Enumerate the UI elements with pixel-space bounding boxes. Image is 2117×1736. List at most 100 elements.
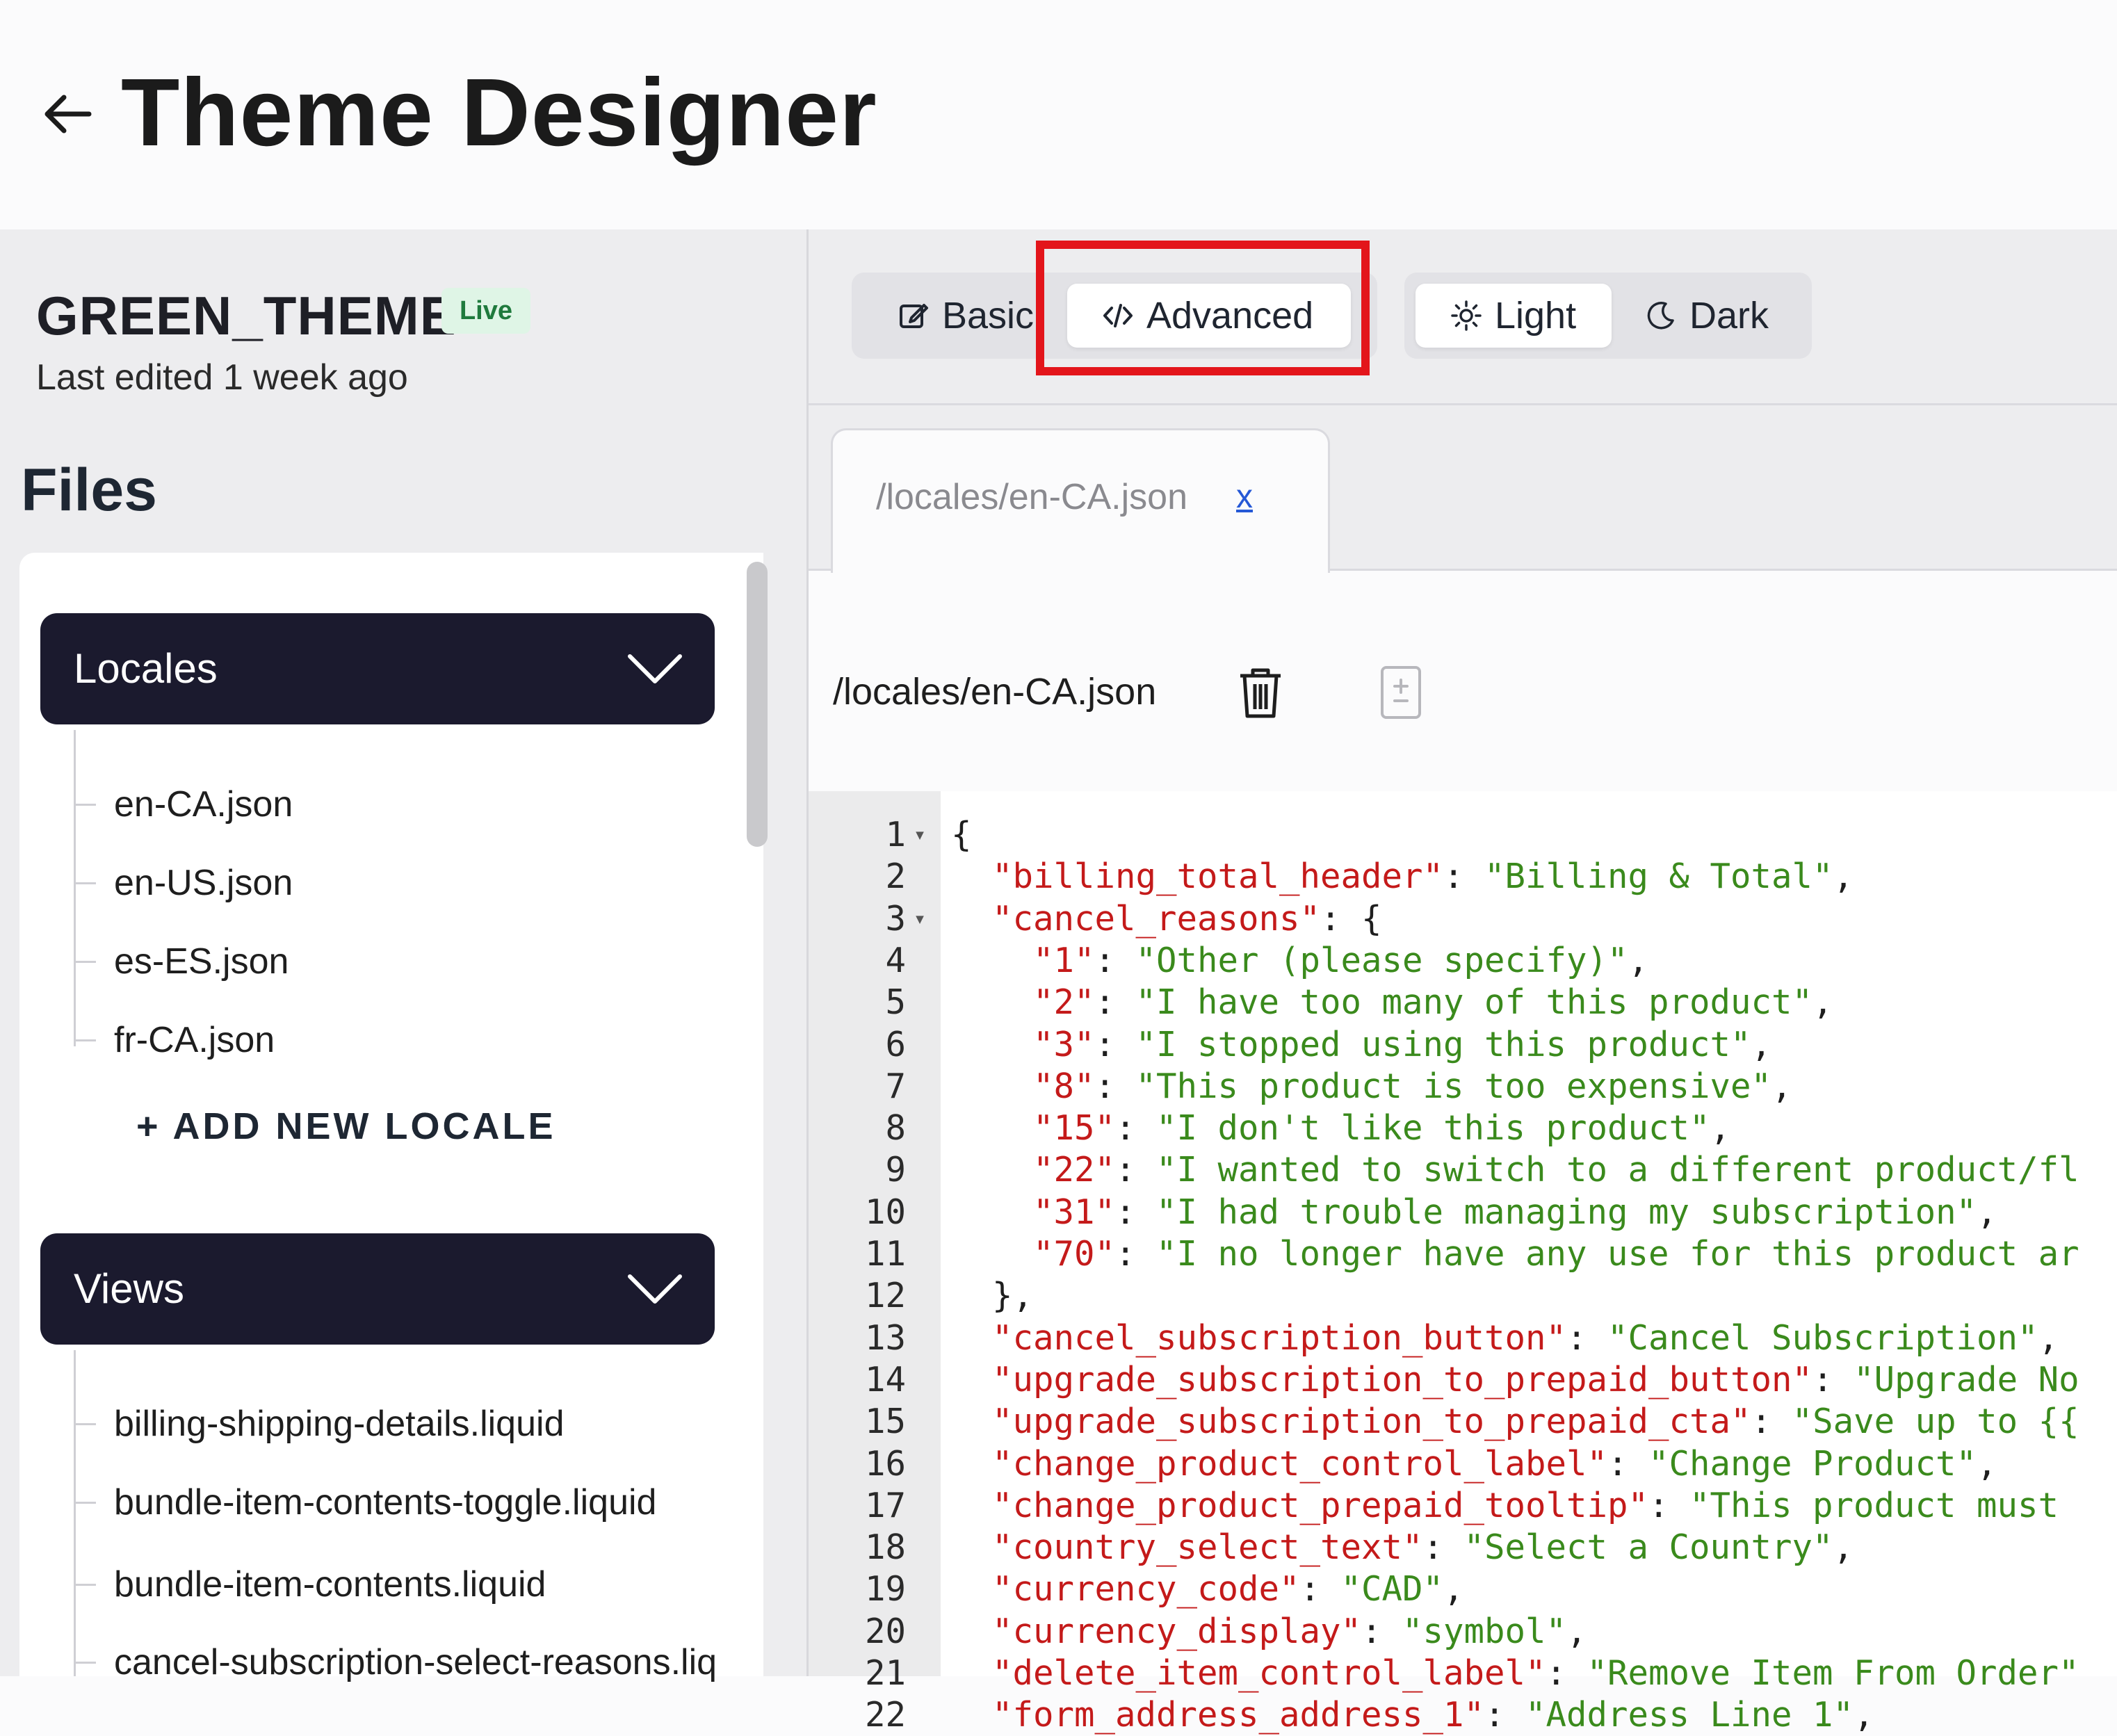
json-punctuation: { bbox=[951, 815, 972, 854]
code-text: "change_product_control_label": "Change … bbox=[951, 1444, 1997, 1485]
line-number: 8 bbox=[885, 1108, 906, 1149]
json-key: "cancel_reasons" bbox=[992, 898, 1321, 939]
code-text: }, bbox=[951, 1276, 1033, 1317]
close-tab-button[interactable]: x bbox=[1236, 469, 1253, 525]
json-punctuation: , bbox=[1771, 1066, 1792, 1106]
json-punctuation bbox=[951, 1612, 992, 1651]
theme-toggle: Light Dark bbox=[1404, 273, 1812, 359]
json-punctuation bbox=[951, 857, 992, 896]
code-line: 3 ▾ "cancel_reasons": { bbox=[0, 899, 2117, 940]
code-text: "2": "I have too many of this product", bbox=[951, 982, 1833, 1023]
highlight-box bbox=[1036, 241, 1370, 375]
json-string: "CAD" bbox=[1340, 1569, 1444, 1609]
basic-label: Basic bbox=[942, 295, 1035, 336]
code-text: { bbox=[951, 815, 972, 856]
json-punctuation: : bbox=[1299, 1569, 1341, 1609]
json-key: "change_product_prepaid_tooltip" bbox=[992, 1485, 1649, 1525]
code-text: "8": "This product is too expensive", bbox=[951, 1066, 1792, 1108]
line-number: 6 bbox=[885, 1024, 906, 1064]
fold-toggle-icon[interactable]: ▾ bbox=[914, 899, 932, 940]
line-number: 5 bbox=[885, 982, 906, 1023]
json-key: "form_address_address_1" bbox=[992, 1695, 1485, 1735]
fold-toggle-icon[interactable]: ▾ bbox=[914, 815, 932, 856]
json-punctuation bbox=[951, 1527, 992, 1567]
line-number: 21 bbox=[864, 1653, 906, 1693]
json-string: "This product must bbox=[1689, 1485, 2059, 1525]
line-number: 16 bbox=[864, 1443, 906, 1484]
json-string: "Address Line 1" bbox=[1525, 1695, 1854, 1735]
json-punctuation: }, bbox=[951, 1276, 1034, 1316]
code-line: 10 "31": "I had trouble managing my subs… bbox=[0, 1192, 2117, 1233]
code-text: "31": "I had trouble managing my subscri… bbox=[951, 1192, 1997, 1233]
json-key: "currency_code" bbox=[992, 1569, 1300, 1609]
json-punctuation bbox=[951, 1569, 992, 1609]
code-text: "country_select_text": "Select a Country… bbox=[951, 1527, 1854, 1568]
line-number: 17 bbox=[864, 1485, 906, 1525]
line-number: 15 bbox=[864, 1402, 906, 1442]
json-punctuation: : bbox=[1443, 857, 1485, 897]
code-line: 14 "upgrade_subscription_to_prepaid_butt… bbox=[0, 1360, 2117, 1401]
tree-tick bbox=[74, 804, 96, 806]
json-key: "change_product_control_label" bbox=[992, 1443, 1608, 1484]
dark-label: Dark bbox=[1689, 295, 1769, 336]
code-text: "22": "I wanted to switch to a different… bbox=[951, 1150, 2079, 1191]
locales-section-header[interactable]: Locales bbox=[40, 613, 715, 724]
chevron-down-icon bbox=[628, 654, 682, 683]
code-text: "cancel_reasons": { bbox=[951, 899, 1382, 940]
json-string: "I wanted to switch to a different produ… bbox=[1156, 1150, 2079, 1190]
code-line: 12 }, bbox=[0, 1276, 2117, 1317]
json-key: "upgrade_subscription_to_prepaid_cta" bbox=[992, 1402, 1751, 1442]
json-key: "billing_total_header" bbox=[992, 857, 1444, 897]
diff-icon[interactable] bbox=[1378, 665, 1424, 720]
json-punctuation: , bbox=[1977, 1192, 1997, 1232]
json-punctuation: , bbox=[1854, 1695, 1874, 1735]
json-punctuation: , bbox=[1710, 1108, 1731, 1149]
json-string: "Other (please specify)" bbox=[1135, 940, 1628, 980]
json-punctuation bbox=[951, 1066, 1033, 1106]
status-badge: Live bbox=[441, 288, 530, 334]
file-path: /locales/en-CA.json bbox=[833, 671, 1157, 713]
json-punctuation: : bbox=[1115, 1150, 1157, 1190]
json-string: "Cancel Subscription" bbox=[1607, 1317, 2038, 1358]
line-number: 19 bbox=[864, 1569, 906, 1609]
code-line: 2 "billing_total_header": "Billing & Tot… bbox=[0, 857, 2117, 898]
json-punctuation: : bbox=[1115, 1234, 1157, 1274]
light-label: Light bbox=[1495, 295, 1577, 336]
json-punctuation bbox=[951, 1444, 992, 1484]
json-punctuation: : bbox=[1361, 1611, 1403, 1651]
code-text: "cancel_subscription_button": "Cancel Su… bbox=[951, 1318, 2059, 1359]
json-punctuation bbox=[951, 899, 992, 939]
json-key: "currency_display" bbox=[992, 1611, 1362, 1651]
arrow-left-icon[interactable] bbox=[39, 85, 97, 143]
json-key: "3" bbox=[1033, 1024, 1095, 1064]
json-punctuation: : bbox=[1648, 1485, 1690, 1525]
moon-icon bbox=[1647, 301, 1674, 330]
line-number: 20 bbox=[864, 1611, 906, 1651]
json-punctuation: : bbox=[1566, 1317, 1608, 1358]
line-number: 18 bbox=[864, 1527, 906, 1568]
file-tab[interactable]: /locales/en-CA.json x bbox=[831, 428, 1330, 573]
json-punctuation bbox=[951, 1360, 992, 1400]
code-line: 6 "3": "I stopped using this product", bbox=[0, 1025, 2117, 1066]
json-punctuation bbox=[951, 1192, 1033, 1232]
json-punctuation bbox=[951, 1025, 1033, 1064]
dark-theme-button[interactable]: Dark bbox=[1631, 284, 1798, 348]
trash-icon[interactable] bbox=[1238, 666, 1283, 719]
json-key: "22" bbox=[1033, 1150, 1116, 1190]
json-punctuation: , bbox=[1833, 857, 1854, 897]
json-string: "I had trouble managing my subscription" bbox=[1156, 1192, 1977, 1232]
code-line: 4 "1": "Other (please specify)", bbox=[0, 941, 2117, 982]
json-punctuation: , bbox=[1812, 982, 1833, 1023]
code-line: 22 "form_address_address_1": "Address Li… bbox=[0, 1695, 2117, 1736]
file-tree-scrollbar[interactable] bbox=[747, 562, 768, 847]
last-edited-text: Last edited 1 week ago bbox=[36, 357, 408, 398]
light-theme-button[interactable]: Light bbox=[1416, 284, 1612, 348]
code-line: 15 "upgrade_subscription_to_prepaid_cta"… bbox=[0, 1402, 2117, 1443]
json-punctuation: : bbox=[1115, 1192, 1157, 1232]
json-punctuation: : bbox=[1094, 1066, 1136, 1106]
json-key: "8" bbox=[1033, 1066, 1095, 1106]
line-number: 14 bbox=[864, 1359, 906, 1400]
json-string: "symbol" bbox=[1402, 1611, 1567, 1651]
code-text: "delete_item_control_label": "Remove Ite… bbox=[951, 1653, 2079, 1694]
json-key: "upgrade_subscription_to_prepaid_button" bbox=[992, 1359, 1813, 1400]
